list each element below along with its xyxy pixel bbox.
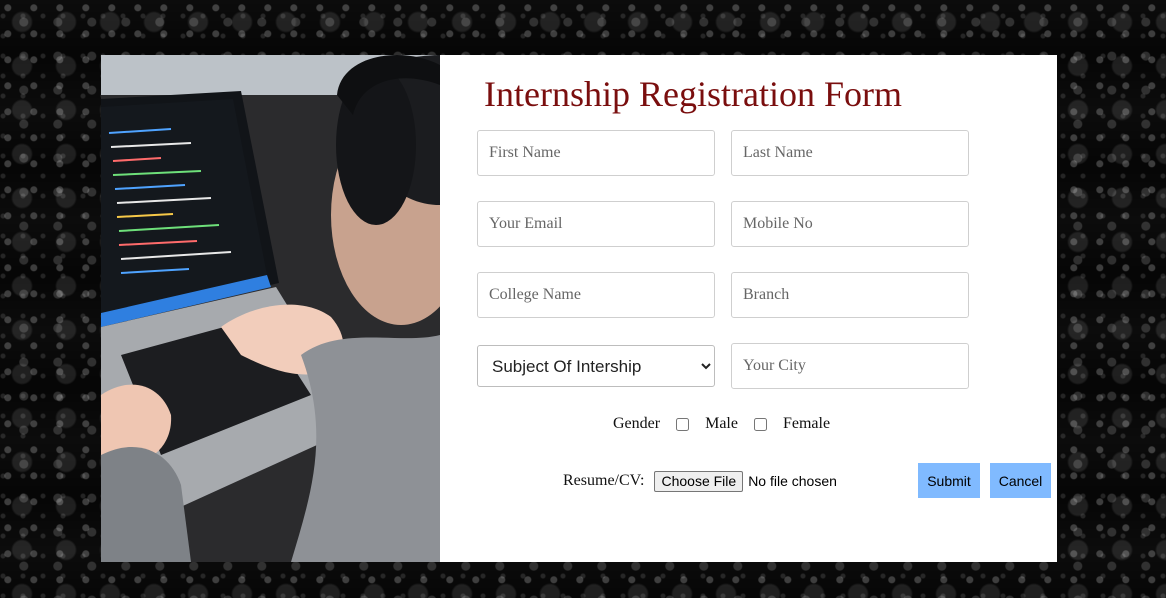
college-name-input[interactable] <box>477 272 715 318</box>
page-title: Internship Registration Form <box>484 74 902 114</box>
email-input[interactable] <box>477 201 715 247</box>
resume-upload-row: Resume/CV: Choose File No file chosen <box>563 469 837 493</box>
male-checkbox[interactable] <box>676 417 690 431</box>
file-status: No file chosen <box>748 473 837 489</box>
choose-file-button[interactable]: Choose File <box>654 470 744 492</box>
registration-card: Internship Registration Form Subject Of … <box>101 55 1057 562</box>
submit-button[interactable]: Submit <box>918 463 980 498</box>
female-checkbox[interactable] <box>753 417 767 431</box>
city-input[interactable] <box>731 343 969 389</box>
last-name-input[interactable] <box>731 130 969 176</box>
cancel-button[interactable]: Cancel <box>990 463 1051 498</box>
gender-label: Gender <box>613 415 661 432</box>
first-name-input[interactable] <box>477 130 715 176</box>
mobile-input[interactable] <box>731 201 969 247</box>
hero-photo <box>101 55 440 562</box>
gender-group: Gender Male Female <box>613 413 830 435</box>
subject-select[interactable]: Subject Of Intership <box>477 345 715 387</box>
female-label: Female <box>782 415 831 432</box>
person-with-laptop-illustration <box>101 55 440 562</box>
male-label: Male <box>705 415 738 432</box>
branch-input[interactable] <box>731 272 969 318</box>
resume-label: Resume/CV: <box>563 472 645 489</box>
